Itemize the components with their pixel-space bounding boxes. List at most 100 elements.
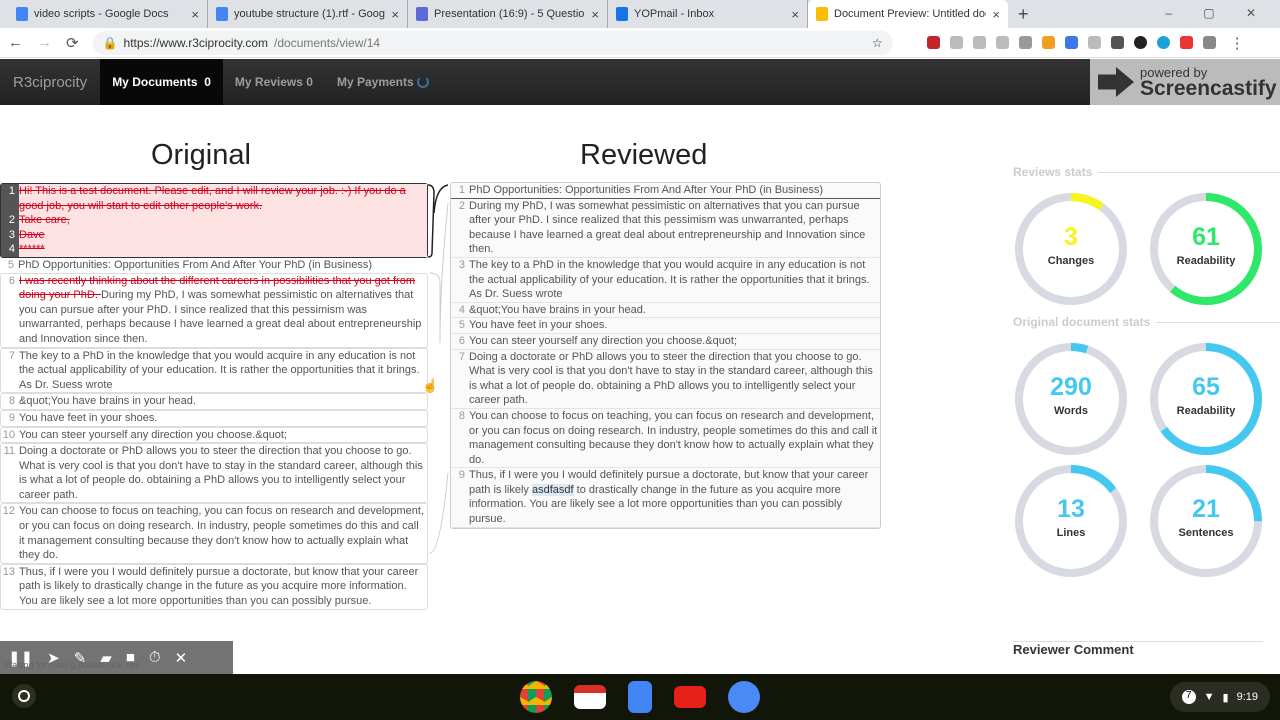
line-number: 2 — [1, 213, 19, 228]
close-icon[interactable]: ✕ — [175, 649, 188, 667]
tab-title: video scripts - Google Docs — [34, 8, 169, 20]
screencastify-logo-icon — [1098, 67, 1134, 97]
gauge-label: Changes — [1047, 255, 1095, 267]
line-text: You have feet in your shoes. — [469, 319, 608, 332]
line-text: &quot;You have brains in your head. — [19, 395, 196, 408]
tab-close-icon[interactable]: × — [391, 7, 399, 22]
line-number: 7 — [458, 350, 465, 363]
extension-icons — [926, 36, 1216, 49]
brand-logo[interactable]: R3ciprocity — [0, 74, 100, 91]
tab-close-icon[interactable]: × — [591, 7, 599, 22]
gauge-label: Readability — [1176, 405, 1236, 417]
extension-icon[interactable] — [995, 36, 1009, 49]
browser-toolbar: ← → ⟳ 🔒 https://www.r3ciprocity.com/docu… — [0, 28, 1280, 58]
line-text: Dave — [19, 228, 45, 241]
diff-line: 1 Hi! This is a test document. Please edi… — [1, 184, 427, 214]
line-text: You have feet in your shoes. — [19, 411, 158, 424]
app-navbar: R3ciprocity My Documents 0 My Reviews 0 … — [0, 59, 1280, 105]
browser-tab[interactable]: Document Preview: Untitled document × — [808, 0, 1008, 28]
browser-tab[interactable]: YOPmail - Inbox × — [608, 0, 808, 28]
files-app-icon[interactable] — [728, 681, 760, 713]
extension-icon[interactable] — [926, 36, 940, 49]
extension-icon[interactable] — [1156, 36, 1170, 49]
line-number: 1 — [458, 184, 465, 196]
browser-tab[interactable]: Presentation (16:9) - 5 Questions × — [408, 0, 608, 28]
diff-line: 1 PhD Opportunities: Opportunities From A… — [451, 183, 880, 199]
deleted-block: 1 Hi! This is a test document. Please edi… — [0, 183, 428, 258]
line-number: 5 — [7, 258, 14, 271]
diff-line: 5 You have feet in your shoes. — [451, 318, 880, 334]
extension-icon[interactable] — [1179, 36, 1193, 49]
nav-my-reviews[interactable]: My Reviews 0 — [223, 59, 325, 105]
menu-kebab-icon[interactable]: ⋮ — [1230, 34, 1245, 52]
window-controls[interactable]: – ▢ ✕ — [1165, 6, 1270, 20]
diff-line: 9 Thus, if I were you I would definitely … — [451, 468, 880, 528]
diff-line: 3 The key to a PhD in the knowledge that … — [451, 258, 880, 303]
browser-tab[interactable]: video scripts - Google Docs × — [8, 0, 208, 28]
chrome-app-icon[interactable] — [520, 681, 552, 713]
bookmark-star-icon[interactable]: ☆ — [872, 36, 883, 50]
diff-line: 5 PhD Opportunities: Opportunities From A… — [0, 258, 428, 273]
nav-my-payments[interactable]: My Payments — [325, 59, 441, 105]
extension-icon[interactable] — [1110, 36, 1124, 49]
tab-favicon-icon — [216, 7, 228, 21]
tab-favicon-icon — [816, 7, 828, 21]
diff-line: 12 You can choose to focus on teaching, y… — [0, 503, 428, 564]
tab-favicon-icon — [416, 7, 428, 21]
extension-icon[interactable] — [1064, 36, 1078, 49]
extension-icon[interactable] — [1133, 36, 1147, 49]
gmail-app-icon[interactable] — [574, 685, 606, 709]
tab-title: Document Preview: Untitled document — [834, 8, 986, 20]
battery-icon: ▮ — [1222, 691, 1229, 704]
lock-icon: 🔒 — [102, 35, 118, 50]
gauge-value: 3 — [1064, 223, 1078, 251]
original-stats-heading: Original document stats — [1013, 315, 1280, 329]
line-text: The key to a PhD in the knowledge that y… — [19, 349, 420, 391]
new-tab-icon[interactable]: + — [1018, 4, 1029, 25]
line-text: You can choose to focus on teaching, you… — [19, 505, 425, 562]
line-number: 8 — [8, 395, 15, 408]
docs-app-icon[interactable] — [628, 681, 652, 713]
tab-title: youtube structure (1).rtf - Google Docs — [234, 8, 386, 20]
reviews-stats-heading: Reviews stats — [1013, 165, 1280, 179]
line-number: 3 — [458, 258, 465, 271]
tab-close-icon[interactable]: × — [992, 7, 1000, 22]
extension-icon[interactable] — [1018, 36, 1032, 49]
system-tray[interactable]: 7 ▼ ▮ 9:19 — [1169, 682, 1270, 712]
browser-tab[interactable]: youtube structure (1).rtf - Google Docs × — [208, 0, 408, 28]
line-number: 13 — [2, 565, 15, 578]
line-text: You can steer yourself any direction you… — [19, 428, 288, 441]
line-text: Hi! This is a test document. Please edit… — [19, 185, 406, 212]
diff-line: 4 ****** — [1, 242, 427, 257]
line-number: 4 — [458, 303, 465, 316]
nav-my-documents[interactable]: My Documents 0 — [100, 59, 223, 105]
extension-icon[interactable] — [1202, 36, 1216, 49]
stat-gauge-readability: 65 Readability — [1148, 341, 1264, 457]
address-bar[interactable]: 🔒 https://www.r3ciprocity.com/documents/… — [92, 30, 893, 55]
diff-line: 10 You can steer yourself any direction y… — [0, 426, 428, 444]
stat-gauge-lines: 13 Lines — [1013, 463, 1129, 579]
tab-favicon-icon — [616, 7, 628, 21]
diff-line: 4 &quot;You have brains in your head. — [451, 303, 880, 319]
launcher-button[interactable] — [12, 684, 36, 708]
forward-icon[interactable]: → — [37, 34, 52, 51]
diff-line: 2 Take care, — [1, 213, 427, 228]
timer-icon[interactable]: ⏱ — [149, 649, 161, 666]
line-text: You can steer yourself any direction you… — [469, 334, 738, 347]
extension-icon[interactable] — [1041, 36, 1055, 49]
extension-icon[interactable] — [1087, 36, 1101, 49]
line-text: PhD Opportunities: Opportunities From An… — [469, 184, 824, 196]
line-text: I was recently thinking about the differ… — [19, 274, 427, 347]
reload-icon[interactable]: ⟳ — [66, 34, 79, 52]
extension-icon[interactable] — [972, 36, 986, 49]
tab-close-icon[interactable]: × — [191, 7, 199, 22]
status-bar: Waiting for stats.g.doubleclick.net... — [4, 660, 146, 670]
tab-close-icon[interactable]: × — [791, 7, 799, 22]
extension-icon[interactable] — [949, 36, 963, 49]
diff-line: 6 You can steer yourself any direction yo… — [451, 334, 880, 350]
line-number: 6 — [458, 334, 465, 347]
youtube-app-icon[interactable] — [674, 686, 706, 708]
back-icon[interactable]: ← — [8, 34, 23, 51]
diff-line: 2 During my PhD, I was somewhat pessimist… — [451, 199, 880, 258]
stat-gauge-sentences: 21 Sentences — [1148, 463, 1264, 579]
